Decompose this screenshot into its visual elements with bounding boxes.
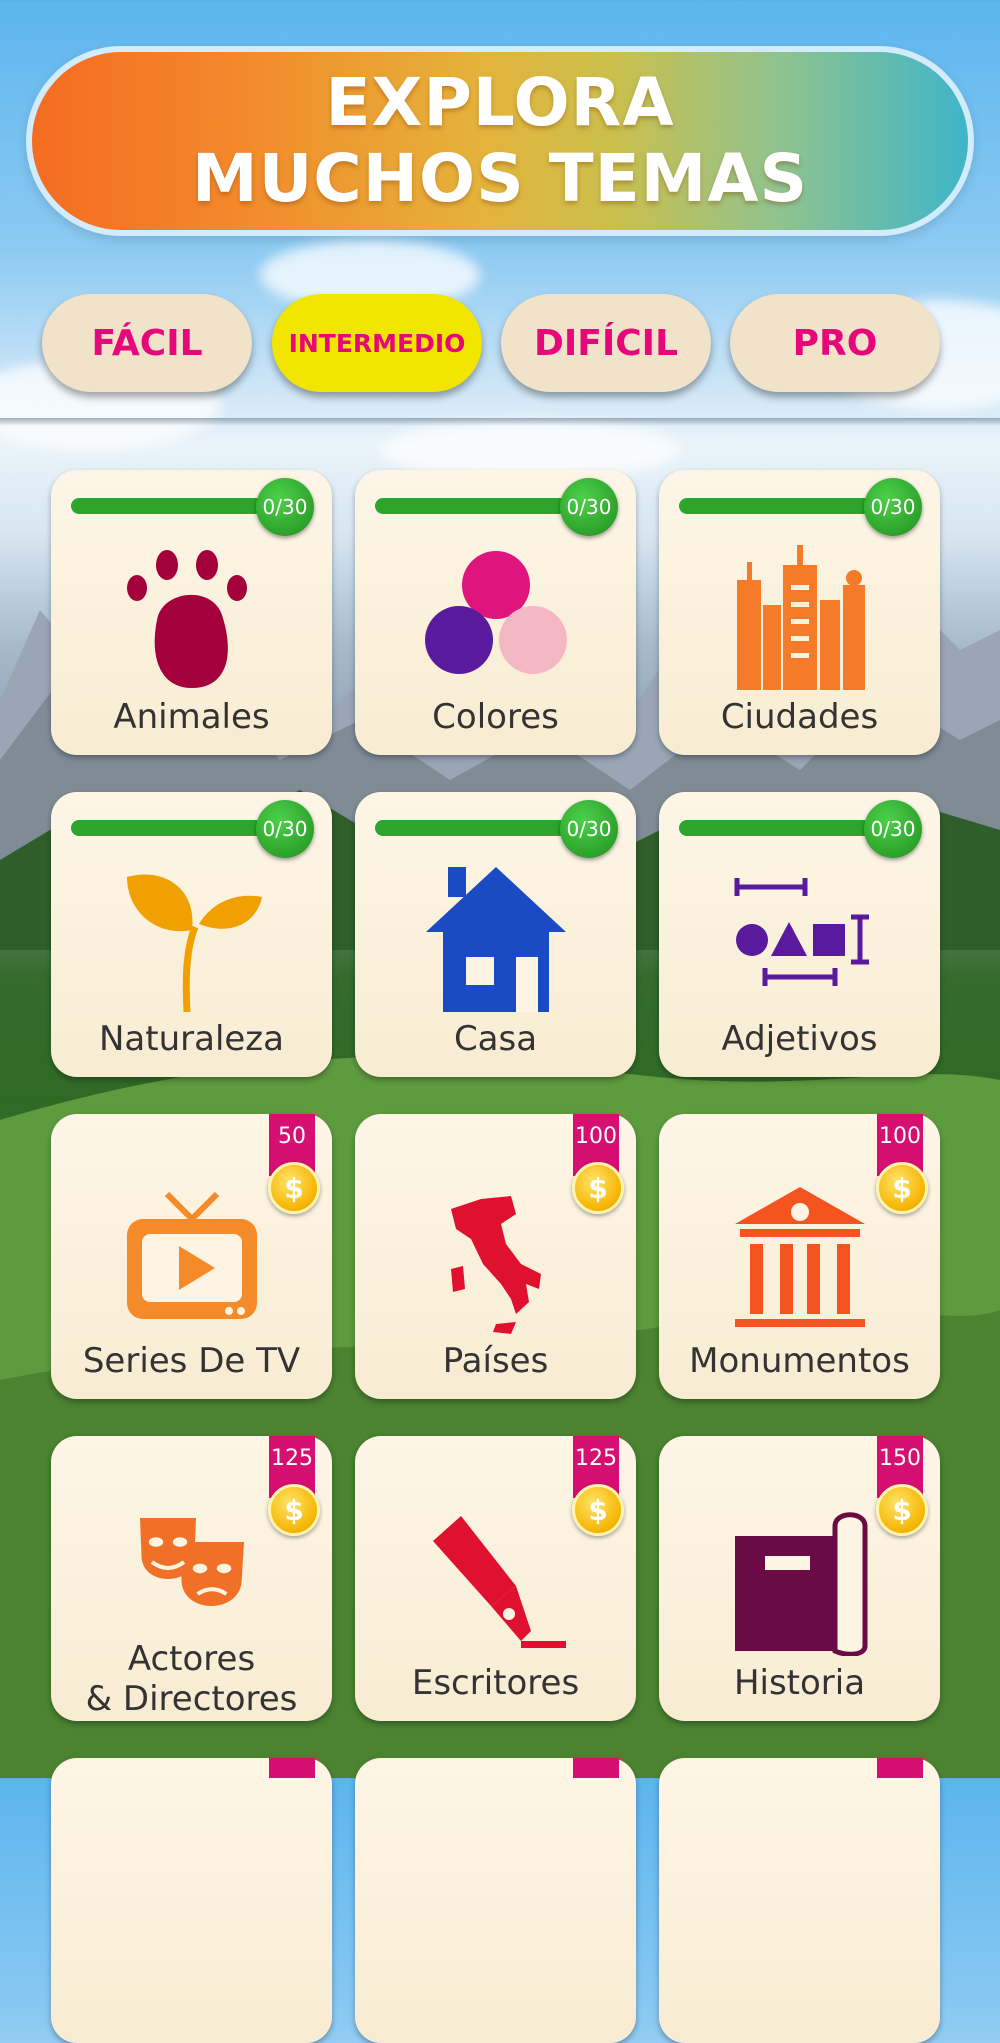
category-label: Monumentos [689, 1341, 910, 1381]
coin-icon: $ [876, 1484, 928, 1536]
progress-badge: 0/30 [256, 800, 314, 858]
coin-icon: $ [268, 1162, 320, 1214]
progress-badge: 0/30 [560, 478, 618, 536]
paw-icon [126, 550, 247, 688]
category-card-historia[interactable]: 150 $ Historia [659, 1436, 940, 1721]
category-card-paises[interactable]: 100 $ Países [355, 1114, 636, 1399]
category-label: Escritores [411, 1663, 580, 1703]
progress-badge: 0/30 [560, 800, 618, 858]
category-label: Series De TV [82, 1341, 301, 1381]
color-circles-icon [424, 551, 567, 674]
category-card-naturaleza[interactable]: 0/30 Naturaleza [51, 792, 332, 1077]
category-label: Ciudades [720, 697, 879, 737]
tab-intermedio[interactable]: INTERMEDIO [272, 294, 482, 392]
difficulty-tabs: FÁCIL INTERMEDIO DIFÍCIL PRO [42, 294, 942, 392]
category-label: Países [442, 1341, 549, 1381]
category-label: Historia [733, 1663, 866, 1703]
category-card-adjetivos[interactable]: 0/30 Adjetivos [659, 792, 940, 1077]
category-card-partial[interactable] [355, 1758, 636, 2043]
category-card-escritores[interactable]: 125 $ Escritores [355, 1436, 636, 1721]
category-label: Colores [432, 697, 559, 737]
monument-icon [734, 1187, 865, 1327]
category-label: Naturaleza [98, 1019, 284, 1059]
coin-icon: $ [572, 1484, 624, 1536]
coin-icon: $ [572, 1162, 624, 1214]
category-card-actores-directores[interactable]: 125 $ Actores & Directores [51, 1436, 332, 1721]
shapes-measure-icon [734, 878, 869, 986]
theater-masks-icon [139, 1518, 244, 1606]
italy-map-icon [450, 1196, 541, 1334]
category-card-casa[interactable]: 0/30 Casa [355, 792, 636, 1077]
fountain-pen-icon [432, 1516, 566, 1648]
category-label: Casa [453, 1019, 538, 1059]
title-banner: EXPLORA MUCHOS TEMAS [26, 46, 974, 236]
city-buildings-icon [736, 545, 865, 690]
progress-badge: 0/30 [864, 800, 922, 858]
category-card-partial[interactable] [51, 1758, 332, 2043]
tab-pro[interactable]: PRO [730, 294, 940, 392]
tv-icon [126, 1191, 257, 1319]
price-ribbon [269, 1758, 315, 1778]
banner-title: EXPLORA MUCHOS TEMAS [192, 64, 808, 217]
price-ribbon [573, 1758, 619, 1778]
coin-icon: $ [268, 1484, 320, 1536]
category-card-series-de-tv[interactable]: 50 $ Series De TV [51, 1114, 332, 1399]
progress-badge: 0/30 [256, 478, 314, 536]
house-icon [425, 867, 566, 1012]
category-label: Adjetivos [721, 1019, 878, 1059]
plant-sprout-icon [126, 874, 262, 1012]
price-ribbon [877, 1758, 923, 1778]
category-card-colores[interactable]: 0/30 Colores [355, 470, 636, 755]
history-book-icon [734, 1512, 867, 1656]
category-card-partial[interactable] [659, 1758, 940, 2043]
divider [0, 418, 1000, 426]
category-label: Animales [113, 697, 270, 737]
category-card-monumentos[interactable]: 100 $ Monumentos [659, 1114, 940, 1399]
progress-badge: 0/30 [864, 478, 922, 536]
tab-dificil[interactable]: DIFÍCIL [501, 294, 711, 392]
tab-facil[interactable]: FÁCIL [42, 294, 252, 392]
category-card-animales[interactable]: 0/30 Animales [51, 470, 332, 755]
coin-icon: $ [876, 1162, 928, 1214]
category-card-ciudades[interactable]: 0/30 Ciudades [659, 470, 940, 755]
category-label: Actores & Directores [85, 1639, 298, 1719]
